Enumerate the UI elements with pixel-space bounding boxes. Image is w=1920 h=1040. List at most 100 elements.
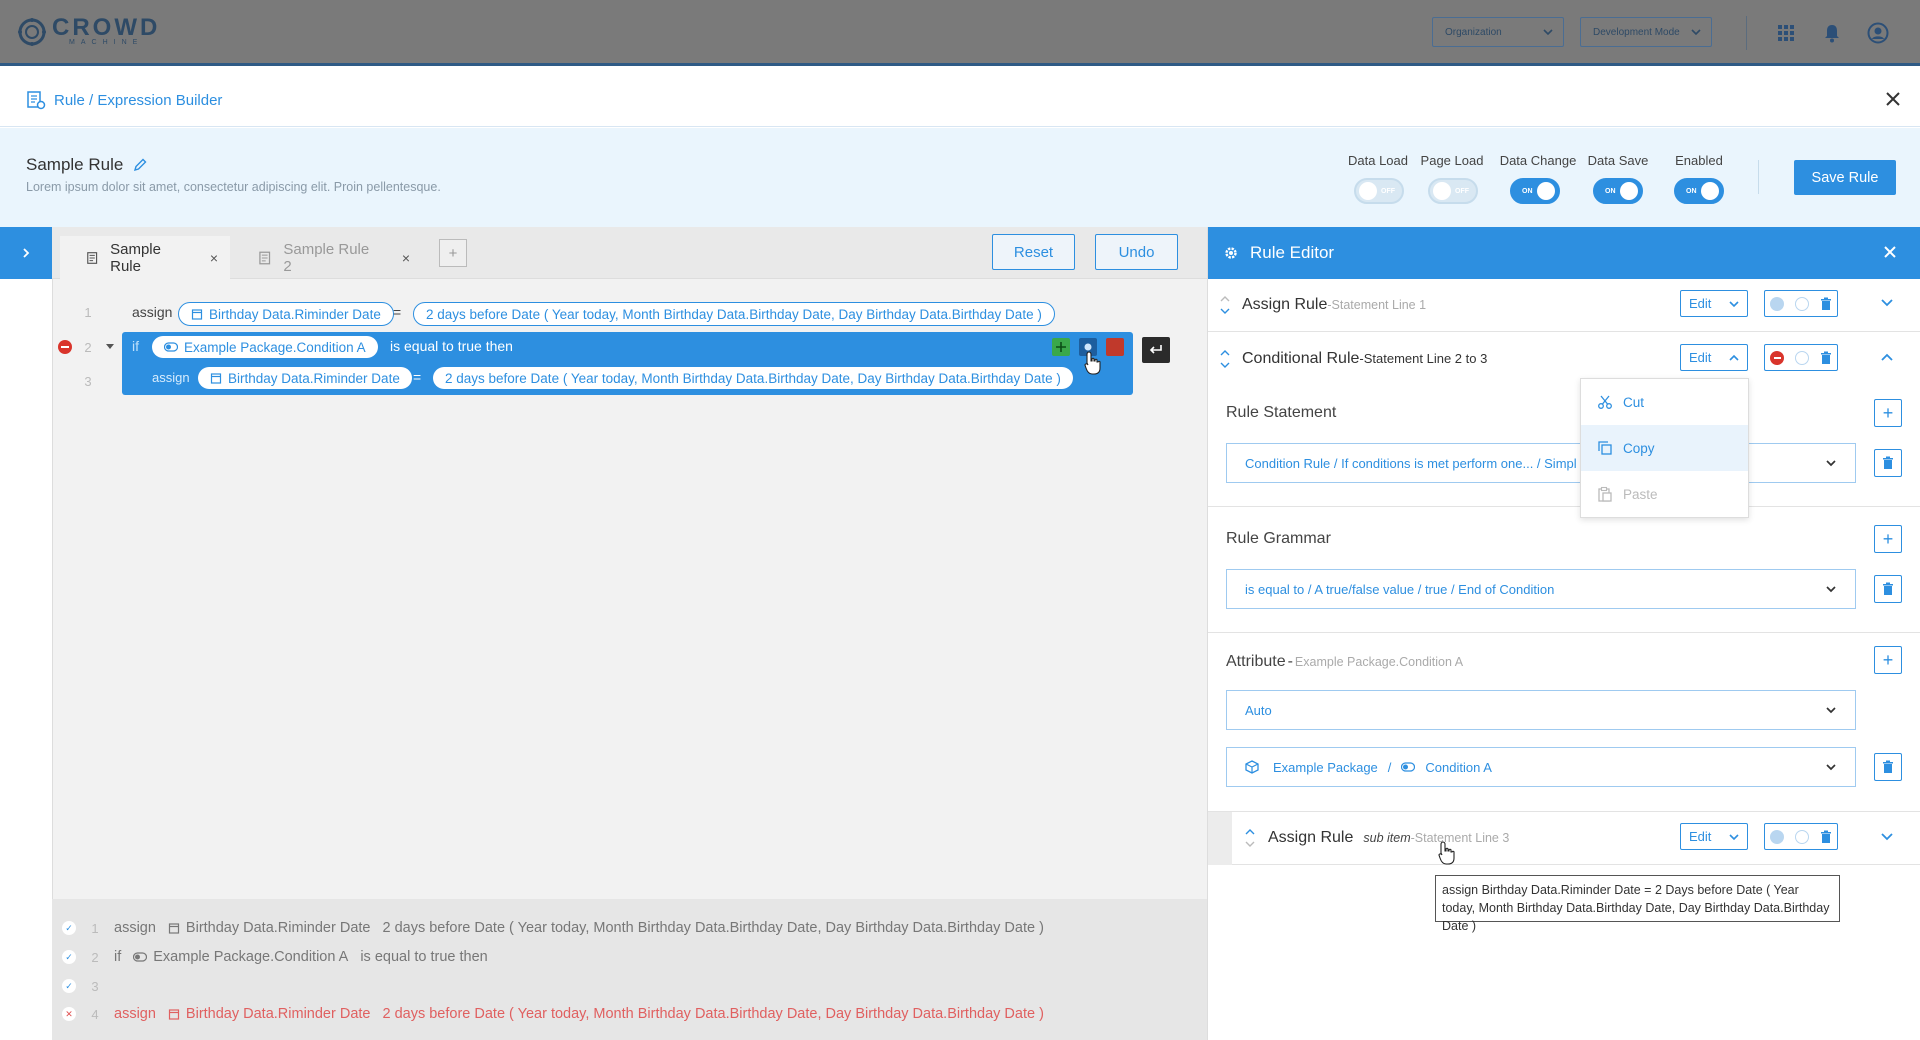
add-icon[interactable]: + [1874, 646, 1902, 674]
toggle-state: ON [1686, 187, 1697, 195]
summary-row[interactable]: ✓ 1 assign Birthday Data.Riminder Date 2… [62, 917, 1044, 939]
summary-attribute: Example Package.Condition A [153, 949, 349, 965]
edit-dropdown[interactable]: Edit [1680, 290, 1748, 317]
summary-row[interactable]: ✓ 3 [62, 975, 102, 997]
disable-icon[interactable] [1794, 829, 1809, 844]
pencil-icon[interactable] [132, 157, 148, 173]
close-editor-icon[interactable] [1880, 242, 1900, 262]
caret-down-icon[interactable] [104, 340, 116, 352]
rule-grammar-select[interactable]: is equal to / A true/false value / true … [1226, 569, 1856, 609]
toggle-enabled[interactable]: ON [1674, 178, 1724, 204]
summary-expression: 2 days before Date ( Year today, Month B… [382, 1006, 1044, 1022]
expand-nav-button[interactable] [0, 227, 52, 279]
add-icon[interactable]: + [1874, 399, 1902, 427]
add-tab-button[interactable]: + [439, 239, 467, 267]
toggle-data-load[interactable]: OFF [1354, 178, 1404, 204]
summary-line-number: 4 [91, 1006, 99, 1022]
attribute-subtitle: Example Package.Condition A [1294, 655, 1464, 669]
menu-item-paste[interactable]: Paste [1581, 471, 1748, 517]
trash-icon[interactable] [1820, 297, 1832, 311]
toggle-label-data-save: Data Save [1587, 153, 1649, 168]
close-tab-icon[interactable]: × [210, 250, 218, 266]
rule-statement-select[interactable]: Condition Rule / If conditions is met pe… [1226, 443, 1856, 483]
expand-chevron-icon[interactable] [1880, 832, 1894, 842]
rule-statement-label: Rule Statement [1226, 404, 1337, 421]
trash-icon[interactable] [1874, 449, 1902, 477]
toggle-data-save[interactable]: ON [1593, 178, 1643, 204]
enter-icon[interactable] [1142, 337, 1170, 363]
statement-subtitle: Statement Line 1 [1331, 298, 1427, 312]
expand-chevron-icon[interactable] [1880, 298, 1894, 308]
edit-label: Edit [1689, 350, 1712, 365]
rule-statement-value: Condition Rule / If conditions is met pe… [1245, 455, 1577, 471]
trash-icon[interactable] [1874, 753, 1902, 781]
add-statement-button[interactable] [1052, 338, 1070, 356]
undo-button[interactable]: Undo [1095, 234, 1178, 270]
trash-icon[interactable] [1820, 830, 1832, 844]
summary-attribute: Birthday Data.Riminder Date [185, 1006, 371, 1022]
toggle-page-load[interactable]: OFF [1428, 178, 1478, 204]
page-title: Rule / Expression Builder [54, 92, 223, 109]
error-icon[interactable] [58, 340, 72, 354]
summary-attribute: Birthday Data.Riminder Date [185, 920, 371, 936]
grid-icon[interactable] [1775, 22, 1797, 44]
trash-icon[interactable] [1874, 575, 1902, 603]
attribute-pill[interactable]: Birthday Data.Riminder Date [198, 367, 412, 389]
attribute-mode-value: Auto [1245, 702, 1272, 718]
rule-editor-header: Rule Editor [1208, 227, 1920, 279]
breakpoint-icon[interactable] [1770, 296, 1785, 311]
reset-button[interactable]: Reset [992, 234, 1075, 270]
chevron-down-icon [1826, 460, 1836, 467]
add-icon[interactable]: + [1874, 525, 1902, 553]
menu-item-cut[interactable]: Cut [1581, 379, 1748, 425]
breakpoint-icon[interactable] [1770, 829, 1785, 844]
summary-row[interactable]: ✓ 2 if Example Package.Condition A is eq… [62, 946, 488, 968]
condition-tail: is equal to true then [390, 338, 513, 354]
summary-line-number: 2 [91, 949, 99, 965]
statement-subtitle: Statement Line 2 to 3 [1363, 351, 1488, 366]
toggle-icon [164, 342, 178, 352]
logo[interactable]: CROWD MACHINE [18, 16, 160, 46]
trash-icon[interactable] [1820, 351, 1832, 365]
statement-title: Assign Rule [1268, 829, 1354, 846]
organization-select[interactable]: Organization [1432, 17, 1564, 47]
mode-select[interactable]: Development Mode [1580, 17, 1712, 47]
breakpoint-icon[interactable] [1770, 350, 1785, 365]
toggle-knob [1701, 182, 1719, 200]
document-icon [87, 251, 98, 264]
statement-tooltip: assign Birthday Data.Riminder Date = 2 D… [1435, 875, 1840, 933]
condition-pill[interactable]: Example Package.Condition A [152, 336, 378, 358]
menu-item-copy[interactable]: Copy [1581, 425, 1748, 471]
summary-keyword: assign [114, 1006, 156, 1022]
tab-sample-rule-2[interactable]: Sample Rule 2 × [232, 236, 422, 279]
tab-label: Sample Rule [110, 240, 161, 275]
delete-statement-button[interactable] [1106, 338, 1124, 356]
chevron-down-icon [1826, 707, 1836, 714]
summary-row-error[interactable]: ✕ 4 assign Birthday Data.Riminder Date 2… [62, 1003, 1044, 1025]
attribute-path-select[interactable]: Example Package / Condition A [1226, 747, 1856, 787]
close-icon[interactable] [1882, 88, 1904, 110]
reorder-arrows-icon[interactable] [1232, 828, 1268, 848]
save-rule-button[interactable]: Save Rule [1794, 160, 1896, 195]
user-icon[interactable] [1867, 22, 1889, 44]
reorder-arrows-icon[interactable] [1208, 295, 1242, 315]
close-tab-icon[interactable]: × [402, 250, 410, 266]
reorder-arrows-icon[interactable] [1208, 349, 1242, 369]
expression-pill[interactable]: 2 days before Date ( Year today, Month B… [433, 367, 1073, 389]
assign-keyword: assign [152, 370, 190, 385]
attribute-pill[interactable]: Birthday Data.Riminder Date [178, 302, 394, 326]
disable-icon[interactable] [1794, 296, 1809, 311]
statement-actions [1764, 823, 1838, 850]
edit-dropdown[interactable]: Edit [1680, 823, 1748, 850]
expression-pill-label: 2 days before Date ( Year today, Month B… [445, 370, 1061, 386]
edit-dropdown-open[interactable]: Edit [1680, 344, 1748, 371]
expression-pill-label: 2 days before Date ( Year today, Month B… [426, 306, 1042, 322]
bell-icon[interactable] [1821, 22, 1843, 44]
disable-icon[interactable] [1794, 350, 1809, 365]
toggle-data-change[interactable]: ON [1510, 178, 1560, 204]
tab-sample-rule[interactable]: Sample Rule × [60, 236, 230, 279]
expression-pill[interactable]: 2 days before Date ( Year today, Month B… [413, 302, 1055, 326]
attribute-mode-select[interactable]: Auto [1226, 690, 1856, 730]
check-icon: ✓ [62, 950, 76, 964]
collapse-chevron-icon[interactable] [1880, 352, 1894, 362]
